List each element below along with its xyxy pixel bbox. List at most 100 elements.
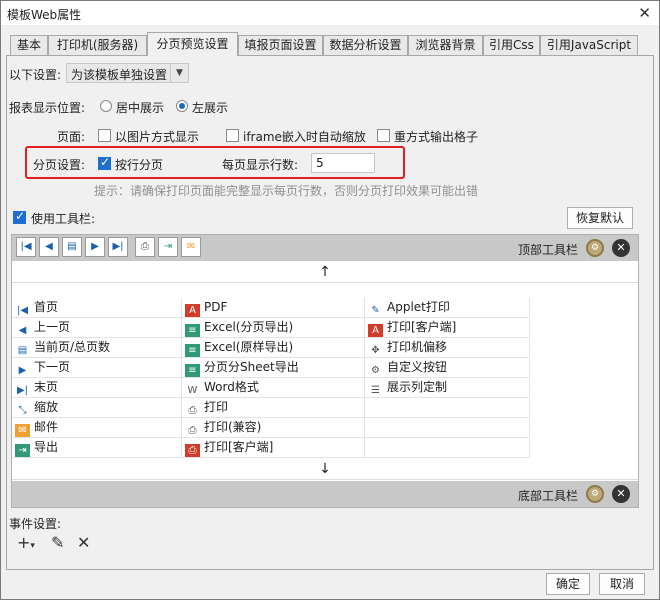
list-item[interactable]: ⎙ 打印(兼容): [182, 418, 365, 438]
first-page-icon: |◀: [16, 305, 29, 316]
list-item-label: 打印: [204, 400, 229, 414]
list-item[interactable]: ⇥ 导出: [12, 438, 182, 458]
close-icon[interactable]: ✕: [612, 239, 630, 257]
next-page-icon: ▶: [18, 365, 27, 376]
list-item[interactable]: |◀ 首页: [12, 298, 182, 318]
window-title: 模板Web属性: [7, 8, 82, 22]
list-item[interactable]: A 打印[客户端]: [365, 318, 530, 338]
mail-icon[interactable]: ✉: [181, 237, 201, 257]
list-item[interactable]: ▶| 末页: [12, 378, 182, 398]
close-icon[interactable]: ✕: [612, 485, 630, 503]
apply-select-value: 为该模板单独设置: [71, 68, 168, 82]
gear-icon[interactable]: ⚙: [586, 239, 604, 257]
list-item-label: 打印(兼容): [204, 420, 262, 434]
add-icon[interactable]: +▾: [17, 533, 35, 552]
list-item[interactable]: ≡ Excel(原样导出): [182, 338, 365, 358]
pdf-icon: A: [368, 324, 383, 337]
apply-select[interactable]: 为该模板单独设置 ▼: [66, 63, 189, 83]
page-count-icon[interactable]: ▤: [62, 237, 82, 257]
image-mode-checkbox[interactable]: [98, 129, 111, 142]
tab-javascript[interactable]: 引用JavaScript: [540, 35, 638, 55]
list-item-label: Word格式: [204, 380, 259, 394]
position-label: 报表显示位置:: [9, 101, 86, 115]
position-left-radio[interactable]: [176, 100, 188, 112]
gear-icon[interactable]: ⚙: [586, 485, 604, 503]
list-item-label: 展示列定制: [387, 380, 448, 394]
last-page-icon[interactable]: ▶|: [108, 237, 128, 257]
tab-browser-background[interactable]: 浏览器背景: [408, 35, 483, 55]
position-center-label: 居中展示: [116, 101, 165, 115]
list-item-label: 邮件: [34, 420, 59, 434]
iframe-zoom-label: iframe嵌入时自动缩放: [243, 130, 366, 144]
next-page-icon[interactable]: ▶: [85, 237, 105, 257]
ok-button[interactable]: 确定: [546, 573, 590, 595]
list-item[interactable]: ⎙ 打印[客户端]: [182, 438, 365, 458]
list-item-label: PDF: [204, 300, 228, 314]
list-item[interactable]: ◀ 上一页: [12, 318, 182, 338]
rows-per-page-input[interactable]: 5: [311, 153, 375, 173]
tab-printer[interactable]: 打印机(服务器): [48, 35, 147, 55]
iframe-zoom-checkbox[interactable]: [226, 129, 239, 142]
gear-icon: ⚙: [371, 365, 380, 376]
tab-data-analysis[interactable]: 数据分析设置: [323, 35, 408, 55]
tab-css[interactable]: 引用Css: [483, 35, 540, 55]
first-page-icon[interactable]: |◀: [16, 237, 36, 257]
list-item[interactable]: ≡ Excel(分页导出): [182, 318, 365, 338]
list-item-label: 缩放: [34, 400, 59, 414]
list-item[interactable]: ✎ Applet打印: [365, 298, 530, 318]
previous-page-icon: ◀: [18, 325, 27, 336]
export-icon[interactable]: ⇥: [158, 237, 178, 257]
print-icon: ⎙: [188, 405, 197, 416]
cancel-button[interactable]: 取消: [599, 573, 645, 595]
rows-per-page-label: 每页显示行数:: [222, 158, 299, 172]
list-icon: ☰: [371, 385, 380, 396]
list-item[interactable]: ✥ 打印机偏移: [365, 338, 530, 358]
move-down-button[interactable]: ↓: [12, 458, 638, 480]
list-item[interactable]: ✉ 邮件: [12, 418, 182, 438]
close-icon[interactable]: ✕: [638, 4, 651, 22]
position-left-label: 左展示: [192, 101, 229, 115]
delete-icon[interactable]: ✕: [77, 533, 90, 552]
tab-fill-page[interactable]: 填报页面设置: [238, 35, 323, 55]
excel-icon: ≡: [185, 324, 200, 337]
list-item[interactable]: [365, 398, 530, 418]
list-item[interactable]: [365, 418, 530, 438]
tab-pagination-preview[interactable]: 分页预览设置: [147, 32, 238, 56]
list-item[interactable]: [365, 438, 530, 458]
top-toolbar-label: 顶部工具栏: [517, 243, 578, 257]
list-item[interactable]: ☰ 展示列定制: [365, 378, 530, 398]
last-page-icon: ▶|: [16, 385, 29, 396]
grid-output-checkbox[interactable]: [377, 129, 390, 142]
paging-label: 分页设置:: [33, 158, 86, 172]
paging-by-row-checkbox[interactable]: [98, 155, 111, 170]
list-item[interactable]: A PDF: [182, 298, 365, 318]
restore-default-button[interactable]: 恢复默认: [567, 207, 633, 229]
position-center-radio[interactable]: [100, 100, 112, 112]
previous-page-icon[interactable]: ◀: [39, 237, 59, 257]
move-up-button[interactable]: ↑: [12, 261, 638, 283]
list-item-label: 当前页/总页数: [34, 340, 111, 354]
list-item[interactable]: ≡ 分页分Sheet导出: [182, 358, 365, 378]
list-item-label: 末页: [34, 380, 59, 394]
chevron-down-icon[interactable]: ▼: [170, 64, 188, 82]
list-item[interactable]: ▶ 下一页: [12, 358, 182, 378]
list-item[interactable]: ▤ 当前页/总页数: [12, 338, 182, 358]
use-toolbar-checkbox[interactable]: [13, 209, 26, 224]
mail-icon: ✉: [15, 424, 30, 437]
bottom-toolbar-label: 底部工具栏: [517, 489, 578, 503]
list-item-label: 打印[客户端]: [204, 440, 274, 454]
apply-label: 以下设置:: [9, 68, 62, 82]
edit-icon[interactable]: ✎: [51, 533, 64, 552]
list-item[interactable]: W Word格式: [182, 378, 365, 398]
excel-icon: ≡: [185, 364, 200, 377]
print-hint: 提示：请确保打印页面能完整显示每页行数，否则分页打印效果可能出错: [94, 184, 479, 198]
list-item[interactable]: ⎙ 打印: [182, 398, 365, 418]
tab-basic[interactable]: 基本: [10, 35, 48, 55]
list-item[interactable]: ⤡ 缩放: [12, 398, 182, 418]
print-client-icon: ⎙: [185, 444, 200, 457]
list-item[interactable]: ⚙ 自定义按钮: [365, 358, 530, 378]
bottom-toolbar: 底部工具栏 ⚙ ✕: [12, 481, 638, 507]
print-icon[interactable]: ⎙: [135, 237, 155, 257]
list-item-label: 上一页: [34, 320, 71, 334]
list-item-label: Excel(分页导出): [204, 320, 294, 334]
